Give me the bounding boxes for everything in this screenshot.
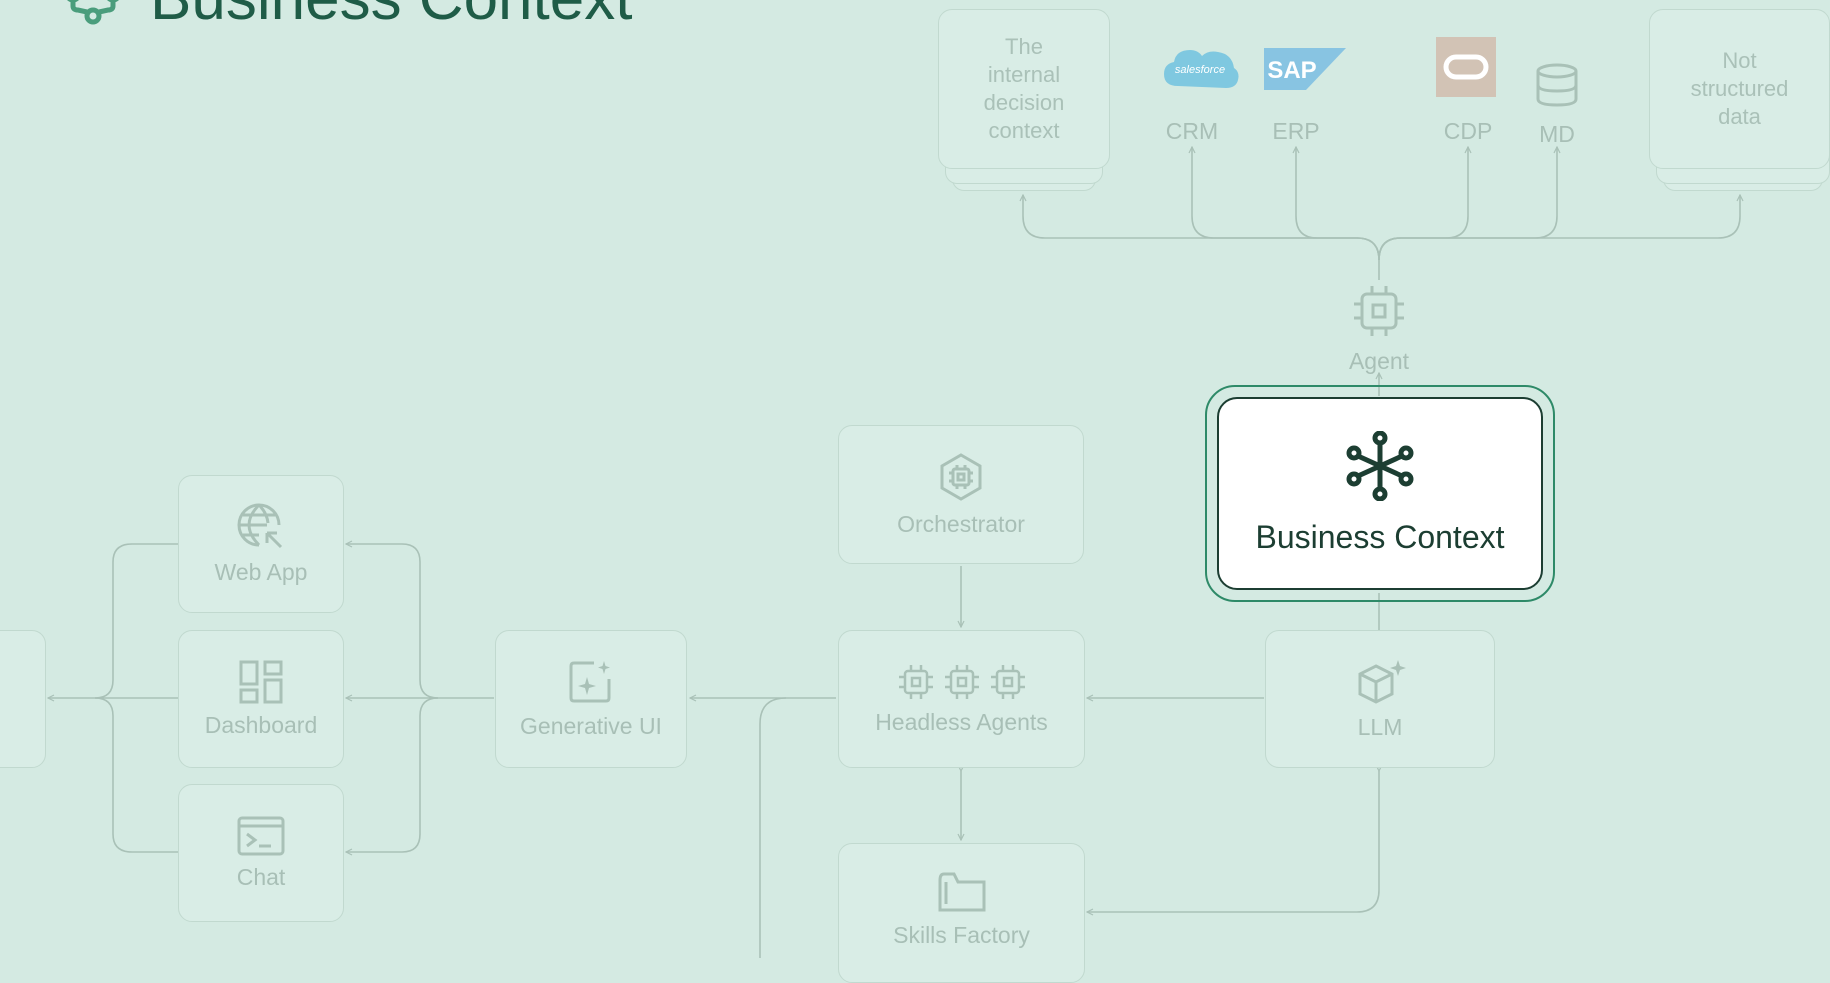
wire-chat-out bbox=[94, 697, 178, 853]
cube-sparkle-icon bbox=[1358, 659, 1406, 704]
web-app-node[interactable]: Web App bbox=[178, 475, 344, 613]
headless-agents-label: Headless Agents bbox=[875, 708, 1048, 735]
chat-node[interactable]: Chat bbox=[178, 784, 344, 922]
chip-icon bbox=[1354, 286, 1404, 336]
wire-llm-skills bbox=[1087, 771, 1379, 912]
internal-line: internal bbox=[987, 62, 1061, 87]
business-context-node[interactable]: Business Context bbox=[1217, 397, 1543, 590]
source-crm-label: CRM bbox=[1165, 118, 1219, 144]
headless-agents-icons bbox=[897, 663, 1027, 701]
wire-to-unstructured bbox=[1378, 195, 1740, 261]
headless-agents-node[interactable]: Headless Agents bbox=[838, 630, 1085, 768]
source-md-label: MD bbox=[1539, 121, 1575, 147]
skills-factory-label: Skills Factory bbox=[893, 922, 1030, 948]
dashboard-label: Dashboard bbox=[204, 711, 318, 738]
orchestrator-icon bbox=[940, 453, 982, 501]
skills-factory-node[interactable]: Skills Factory bbox=[838, 843, 1085, 983]
sparkle-frame-icon bbox=[569, 660, 611, 702]
source-unstructured[interactable]: Not structured data bbox=[1649, 9, 1830, 192]
chat-label: Chat bbox=[236, 863, 286, 890]
oracle-logo bbox=[1436, 37, 1496, 97]
unstructured-line: data bbox=[1718, 104, 1761, 129]
database-icon bbox=[1536, 63, 1578, 107]
source-cdp-label: CDP bbox=[1443, 118, 1493, 144]
source-internal[interactable]: The internal decision context bbox=[938, 9, 1110, 192]
header: Business Context bbox=[58, 0, 632, 34]
wire-genui-chat bbox=[346, 697, 439, 852]
sap-logo: SAP bbox=[1264, 48, 1346, 90]
internal-line: decision bbox=[983, 90, 1065, 115]
orchestrator-label: Orchestrator bbox=[897, 511, 1025, 537]
wire-to-erp bbox=[1296, 147, 1380, 261]
salesforce-logo-text: salesforce bbox=[1175, 64, 1225, 76]
business-context-label: Business Context bbox=[1255, 519, 1505, 555]
network-icon bbox=[1346, 431, 1414, 501]
salesforce-logo: salesforce bbox=[1164, 50, 1239, 88]
agent-label: Agent bbox=[1348, 348, 1410, 374]
chip-icon bbox=[944, 664, 979, 699]
terminal-icon bbox=[237, 816, 285, 855]
chip-icon bbox=[990, 664, 1025, 699]
hub-icon bbox=[66, 0, 120, 25]
wire-to-crm bbox=[1192, 147, 1380, 261]
internal-line: The bbox=[1005, 34, 1043, 59]
folder-icon bbox=[938, 872, 985, 912]
internal-line: context bbox=[988, 118, 1060, 143]
dashboard-node[interactable]: Dashboard bbox=[178, 630, 344, 768]
globe-cursor-icon bbox=[237, 503, 283, 548]
orchestrator-node[interactable]: Orchestrator bbox=[838, 425, 1084, 564]
page-title: Business Context bbox=[150, 0, 632, 30]
llm-label: LLM bbox=[1357, 713, 1403, 740]
web-app-label: Web App bbox=[214, 558, 308, 585]
sap-logo-text: SAP bbox=[1267, 57, 1316, 84]
unstructured-line: Not bbox=[1722, 48, 1757, 73]
wire-to-cdp bbox=[1378, 147, 1468, 261]
generative-ui-node[interactable]: Generative UI bbox=[495, 630, 687, 768]
wire-webapp-out bbox=[94, 543, 178, 699]
source-erp-label: ERP bbox=[1272, 118, 1320, 144]
llm-node[interactable]: LLM bbox=[1265, 630, 1495, 768]
generative-ui-label: Generative UI bbox=[520, 712, 662, 739]
wire-genui-webapp bbox=[346, 544, 439, 699]
unstructured-line: structured bbox=[1690, 76, 1789, 101]
dashboard-icon bbox=[239, 660, 283, 703]
wire-branch-down bbox=[759, 697, 787, 958]
offscreen-node[interactable] bbox=[0, 630, 46, 768]
chip-icon bbox=[898, 664, 933, 699]
